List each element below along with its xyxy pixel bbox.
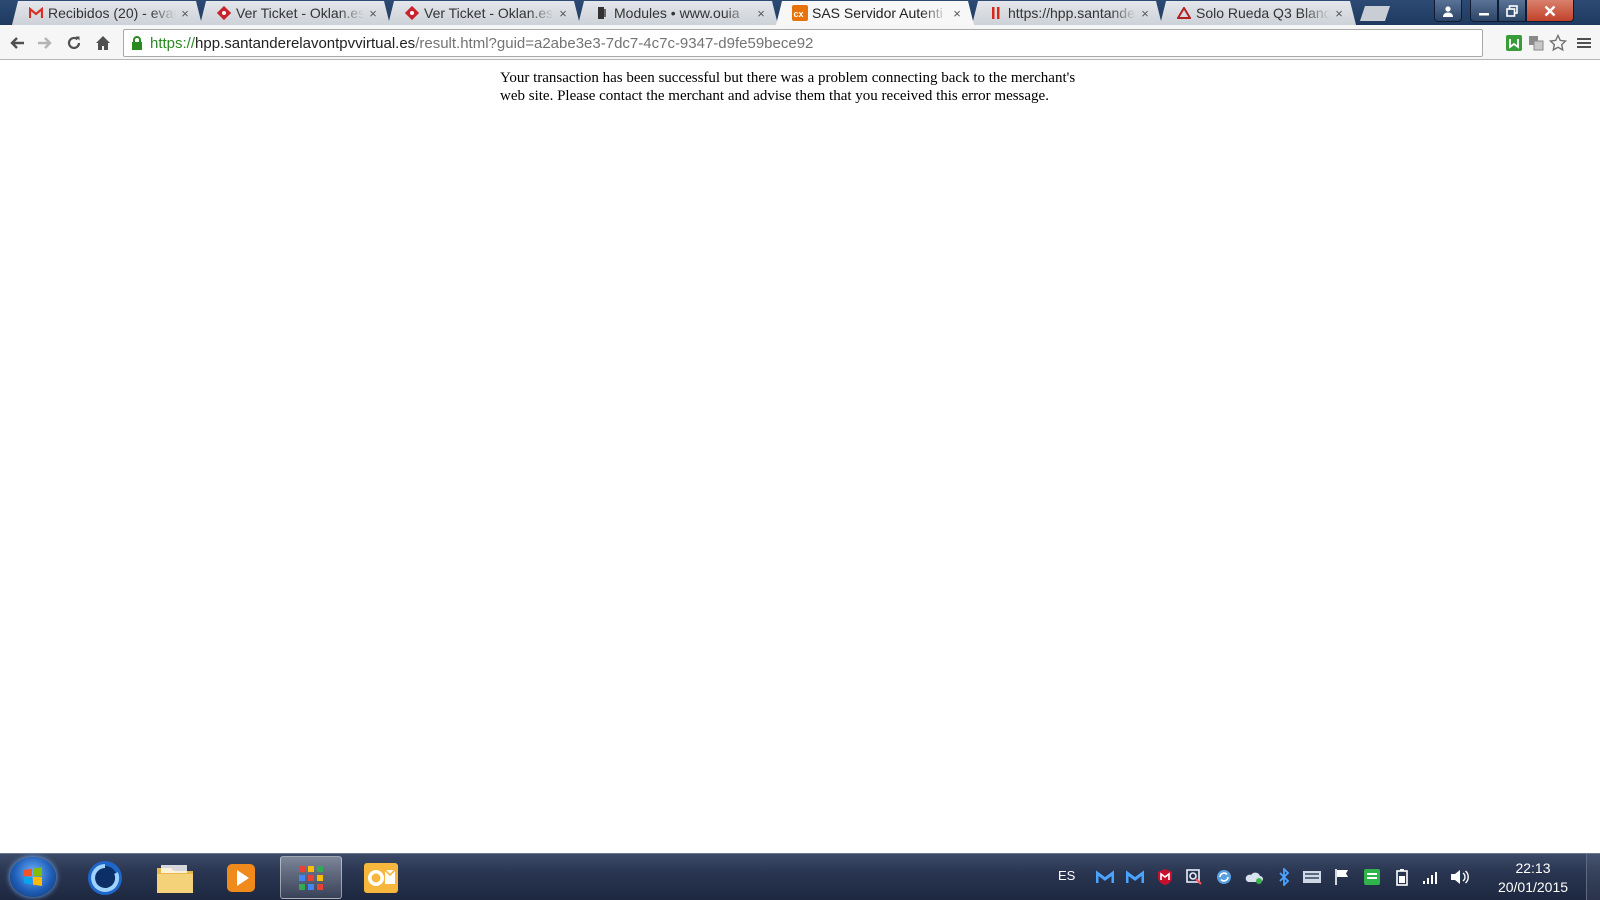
restore-window-button[interactable] xyxy=(1498,0,1526,22)
tab-title: Ver Ticket - Oklan.es xyxy=(236,5,364,21)
tab-oklan-ticket-1[interactable]: Ver Ticket - Oklan.es × xyxy=(200,1,390,25)
tray-malwarebytes-2-icon[interactable] xyxy=(1125,867,1145,887)
tab-title: https://hpp.santande xyxy=(1008,5,1135,21)
close-icon xyxy=(1544,5,1556,16)
system-clock[interactable]: 22:13 20/01/2015 xyxy=(1488,859,1578,897)
tab-title: Modules • www.ouia xyxy=(614,5,740,21)
solorueda-icon xyxy=(1176,5,1192,21)
reload-icon xyxy=(67,36,81,50)
minimize-icon xyxy=(1479,12,1489,15)
clock-time: 22:13 xyxy=(1515,860,1551,876)
tray-network-signal-icon[interactable] xyxy=(1420,867,1440,887)
restore-icon xyxy=(1506,4,1518,17)
hamburger-menu-icon xyxy=(1577,38,1591,48)
tab-close-icon[interactable]: × xyxy=(1332,6,1346,21)
windows-taskbar: ES 22:13 20/01/2015 xyxy=(0,853,1600,900)
apps-grid-icon xyxy=(299,865,323,890)
taskbar-apps-grid[interactable] xyxy=(280,856,342,899)
lock-icon xyxy=(132,36,142,50)
tab-close-icon[interactable]: × xyxy=(366,6,380,21)
tray-green-app-icon[interactable] xyxy=(1362,867,1382,887)
github-icon xyxy=(594,5,610,21)
star-icon xyxy=(1549,34,1567,52)
extension-shield-icon xyxy=(1506,35,1522,51)
svg-text:cx: cx xyxy=(794,9,804,18)
browser-toolbar: https://hpp.santanderelavontpvvirtual.es… xyxy=(0,25,1600,60)
tab-santander-hpp[interactable]: https://hpp.santande × xyxy=(972,1,1162,25)
clock-date: 20/01/2015 xyxy=(1497,879,1569,895)
oklan-icon xyxy=(216,5,232,21)
tray-search-indexer-icon[interactable] xyxy=(1184,867,1204,887)
input-language-indicator[interactable]: ES xyxy=(1058,868,1075,883)
chrome-menu-button[interactable] xyxy=(1574,33,1594,53)
tray-mcafee-shield-icon[interactable] xyxy=(1155,867,1175,887)
url-path: /result.html?guid=a2abe3e3-7dc7-4c7c-934… xyxy=(415,34,814,52)
show-desktop-button[interactable] xyxy=(1586,854,1600,900)
home-icon xyxy=(96,36,110,50)
transaction-error-message: Your transaction has been successful but… xyxy=(500,70,1076,104)
tab-solo-rueda[interactable]: Solo Rueda Q3 Blanc × xyxy=(1160,1,1356,25)
outlook-icon xyxy=(364,862,398,893)
tab-title: Recibidos (20) - evar xyxy=(48,5,176,21)
reload-button[interactable] xyxy=(62,31,86,55)
forward-arrow-icon xyxy=(38,37,52,49)
home-button[interactable] xyxy=(91,31,115,55)
new-tab-button[interactable] xyxy=(1360,6,1390,21)
extension-button[interactable] xyxy=(1504,33,1524,53)
tray-action-center-flag-icon[interactable] xyxy=(1332,867,1352,887)
tab-close-icon[interactable]: × xyxy=(556,6,570,21)
url-scheme: https:// xyxy=(150,34,196,52)
windows-logo-icon xyxy=(24,867,42,886)
start-button[interactable] xyxy=(10,857,56,897)
tab-title: SAS Servidor Autenti xyxy=(812,5,943,21)
tray-cloud-icon[interactable] xyxy=(1244,867,1264,887)
tray-malwarebytes-icon[interactable] xyxy=(1095,867,1115,887)
taskbar-file-explorer[interactable] xyxy=(144,856,206,899)
tab-gmail-inbox[interactable]: Recibidos (20) - evar × xyxy=(12,1,202,25)
tray-bluetooth-icon[interactable] xyxy=(1274,867,1294,887)
taskbar-media-player[interactable] xyxy=(210,856,272,899)
browser-app-icon xyxy=(88,860,122,895)
folder-icon xyxy=(157,864,193,893)
tab-modules[interactable]: Modules • www.ouia × xyxy=(578,1,778,25)
tab-sas-servidor[interactable]: cx SAS Servidor Autenti × xyxy=(776,1,974,25)
tab-title: Solo Rueda Q3 Blanc xyxy=(1196,5,1330,21)
tab-close-icon[interactable]: × xyxy=(754,6,768,21)
bookmark-button[interactable] xyxy=(1548,33,1568,53)
close-window-button[interactable] xyxy=(1526,0,1574,22)
taskbar-chrome-canary[interactable] xyxy=(74,856,136,899)
media-player-icon xyxy=(227,863,255,892)
taskbar-outlook[interactable] xyxy=(350,856,412,899)
back-arrow-icon xyxy=(10,37,24,49)
sas-icon: cx xyxy=(792,5,808,21)
tray-volume-icon[interactable] xyxy=(1450,867,1470,887)
gmail-icon xyxy=(28,5,44,21)
url-host: hpp.santanderelavontpvvirtual.es xyxy=(195,34,416,52)
profile-button[interactable] xyxy=(1434,0,1462,22)
back-button[interactable] xyxy=(5,31,29,55)
tab-title: Ver Ticket - Oklan.es xyxy=(424,5,554,21)
address-bar[interactable]: https://hpp.santanderelavontpvvirtual.es… xyxy=(123,29,1483,57)
browser-tab-strip: Recibidos (20) - evar × Ver Ticket - Okl… xyxy=(0,0,1600,25)
forward-button[interactable] xyxy=(33,31,57,55)
tab-close-icon[interactable]: × xyxy=(950,6,964,21)
santander-icon xyxy=(988,5,1004,21)
translate-icon xyxy=(1529,36,1544,51)
tray-keyboard-icon[interactable] xyxy=(1302,867,1322,887)
user-icon xyxy=(1443,5,1453,17)
oklan-icon xyxy=(404,5,420,21)
tab-close-icon[interactable]: × xyxy=(1138,6,1152,21)
minimize-window-button[interactable] xyxy=(1470,0,1498,22)
page-viewport: Your transaction has been successful but… xyxy=(0,61,1600,853)
tray-sync-icon[interactable] xyxy=(1214,867,1234,887)
translate-button[interactable] xyxy=(1526,33,1546,53)
tray-battery-icon[interactable] xyxy=(1392,867,1412,887)
tab-close-icon[interactable]: × xyxy=(178,6,192,21)
tab-oklan-ticket-2[interactable]: Ver Ticket - Oklan.es × xyxy=(388,1,580,25)
